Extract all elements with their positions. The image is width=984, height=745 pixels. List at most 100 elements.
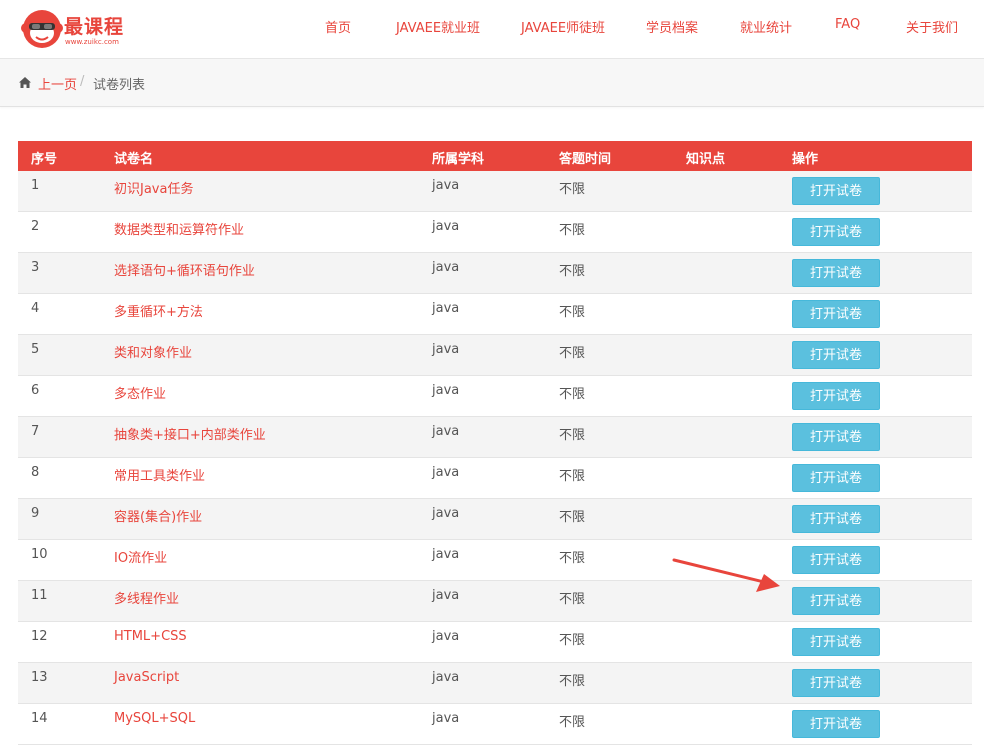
row-answer-time: 不限 <box>559 264 586 279</box>
row-number: 7 <box>31 424 40 439</box>
row-number: 4 <box>31 301 40 316</box>
row-answer-time: 不限 <box>559 551 586 566</box>
home-icon <box>19 77 31 88</box>
row-number: 12 <box>31 629 48 644</box>
open-paper-button[interactable]: 打开试卷 <box>792 341 880 369</box>
nav-item-about-us[interactable]: 关于我们 <box>906 17 958 36</box>
paper-name-link[interactable]: 多线程作业 <box>114 588 179 607</box>
table-row: 1 初识Java任务 java 不限 打开试卷 <box>18 171 972 212</box>
paper-name-link[interactable]: HTML+CSS <box>114 629 187 644</box>
row-number: 6 <box>31 383 40 398</box>
paper-name-link[interactable]: 数据类型和运算符作业 <box>114 219 244 238</box>
row-number: 8 <box>31 465 40 480</box>
open-paper-button[interactable]: 打开试卷 <box>792 669 880 697</box>
paper-name-link[interactable]: 多重循环+方法 <box>114 301 203 320</box>
row-subject: java <box>432 260 460 275</box>
nav-item-employment-stats[interactable]: 就业统计 <box>740 17 792 36</box>
open-paper-button[interactable]: 打开试卷 <box>792 218 880 246</box>
row-answer-time: 不限 <box>559 428 586 443</box>
site-header: 最课程 www.zuikc.com 首页 JAVAEE就业班 JAVAEE师徒班… <box>0 0 984 59</box>
breadcrumb-back-link[interactable]: 上一页 <box>38 74 77 93</box>
table-row: 12 HTML+CSS java 不限 打开试卷 <box>18 622 972 663</box>
row-answer-time: 不限 <box>559 387 586 402</box>
column-header-time: 答题时间 <box>559 152 612 167</box>
open-paper-button[interactable]: 打开试卷 <box>792 464 880 492</box>
row-answer-time: 不限 <box>559 592 586 607</box>
table-row: 5 类和对象作业 java 不限 打开试卷 <box>18 335 972 376</box>
paper-name-link[interactable]: 容器(集合)作业 <box>114 506 202 525</box>
row-number: 1 <box>31 178 40 193</box>
table-row: 14 MySQL+SQL java 不限 打开试卷 <box>18 704 972 745</box>
table-header: 序号 试卷名 所属学科 答题时间 知识点 操作 <box>18 141 972 171</box>
paper-name-link[interactable]: 多态作业 <box>114 383 166 402</box>
breadcrumb-separator: / <box>80 74 85 89</box>
row-number: 2 <box>31 219 40 234</box>
open-paper-button[interactable]: 打开试卷 <box>792 423 880 451</box>
row-subject: java <box>432 383 460 398</box>
row-answer-time: 不限 <box>559 182 586 197</box>
row-answer-time: 不限 <box>559 223 586 238</box>
open-paper-button[interactable]: 打开试卷 <box>792 710 880 738</box>
table-row: 4 多重循环+方法 java 不限 打开试卷 <box>18 294 972 335</box>
table-row: 9 容器(集合)作业 java 不限 打开试卷 <box>18 499 972 540</box>
row-subject: java <box>432 711 460 726</box>
open-paper-button[interactable]: 打开试卷 <box>792 177 880 205</box>
table-row: 7 抽象类+接口+内部类作业 java 不限 打开试卷 <box>18 417 972 458</box>
breadcrumb-current: 试卷列表 <box>93 78 146 93</box>
row-answer-time: 不限 <box>559 469 586 484</box>
open-paper-button[interactable]: 打开试卷 <box>792 505 880 533</box>
row-number: 5 <box>31 342 40 357</box>
table-row: 6 多态作业 java 不限 打开试卷 <box>18 376 972 417</box>
row-number: 10 <box>31 547 48 562</box>
paper-name-link[interactable]: 常用工具类作业 <box>114 465 205 484</box>
row-subject: java <box>432 465 460 480</box>
table-row: 8 常用工具类作业 java 不限 打开试卷 <box>18 458 972 499</box>
open-paper-button[interactable]: 打开试卷 <box>792 300 880 328</box>
row-answer-time: 不限 <box>559 633 586 648</box>
row-number: 3 <box>31 260 40 275</box>
nav-item-javaee-employment[interactable]: JAVAEE就业班 <box>396 17 480 36</box>
paper-name-link[interactable]: 抽象类+接口+内部类作业 <box>114 424 266 443</box>
row-subject: java <box>432 547 460 562</box>
row-number: 14 <box>31 711 48 726</box>
paper-table: 序号 试卷名 所属学科 答题时间 知识点 操作 1 初识Java任务 java 不限打… <box>18 141 972 745</box>
row-subject: java <box>432 424 460 439</box>
table-row: 3 选择语句+循环语句作业 java 不限 打开试卷 <box>18 253 972 294</box>
nav-item-javaee-apprentice[interactable]: JAVAEE师徒班 <box>521 17 605 36</box>
paper-name-link[interactable]: 类和对象作业 <box>114 342 192 361</box>
open-paper-button[interactable]: 打开试卷 <box>792 546 880 574</box>
breadcrumb: 上一页 / 试卷列表 <box>0 59 984 107</box>
paper-name-link[interactable]: MySQL+SQL <box>114 711 195 726</box>
row-subject: java <box>432 342 460 357</box>
row-subject: java <box>432 219 460 234</box>
row-answer-time: 不限 <box>559 510 586 525</box>
row-subject: java <box>432 588 460 603</box>
row-answer-time: 不限 <box>559 674 586 689</box>
column-header-subject: 所属学科 <box>432 152 485 167</box>
row-subject: java <box>432 301 460 316</box>
column-header-paper-name: 试卷名 <box>114 152 154 167</box>
nav-item-faq[interactable]: FAQ <box>835 17 860 32</box>
row-subject: java <box>432 506 460 521</box>
row-number: 13 <box>31 670 48 685</box>
paper-name-link[interactable]: IO流作业 <box>114 547 167 566</box>
row-subject: java <box>432 629 460 644</box>
row-answer-time: 不限 <box>559 346 586 361</box>
row-answer-time: 不限 <box>559 305 586 320</box>
paper-name-link[interactable]: JavaScript <box>114 670 179 685</box>
open-paper-button[interactable]: 打开试卷 <box>792 587 880 615</box>
open-paper-button[interactable]: 打开试卷 <box>792 382 880 410</box>
column-header-knowledge: 知识点 <box>686 152 726 167</box>
row-answer-time: 不限 <box>559 715 586 730</box>
row-number: 11 <box>31 588 48 603</box>
column-header-action: 操作 <box>792 152 819 167</box>
open-paper-button[interactable]: 打开试卷 <box>792 259 880 287</box>
table-row: 11 多线程作业 java 不限 打开试卷 <box>18 581 972 622</box>
nav-item-home[interactable]: 首页 <box>325 17 351 36</box>
nav-item-student-records[interactable]: 学员档案 <box>646 17 698 36</box>
paper-name-link[interactable]: 选择语句+循环语句作业 <box>114 260 255 279</box>
table-body: 1 初识Java任务 java 不限 打开试卷 2 数据类型和运算符作业 java 不限 打开试卷… <box>18 171 972 745</box>
row-subject: java <box>432 178 460 193</box>
paper-name-link[interactable]: 初识Java任务 <box>114 178 193 197</box>
open-paper-button[interactable]: 打开试卷 <box>792 628 880 656</box>
